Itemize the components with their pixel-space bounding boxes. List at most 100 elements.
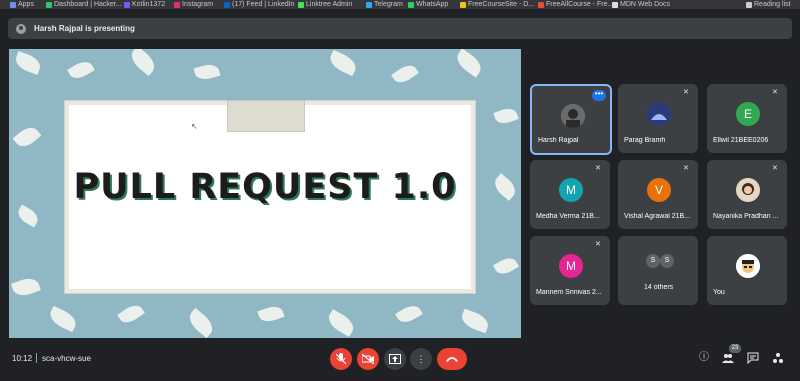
avatar: [561, 104, 585, 128]
chat-icon: [747, 352, 759, 365]
avatar: M: [559, 178, 583, 202]
slide-leaf-pattern: [391, 61, 419, 87]
bookmark-mdn[interactable]: MDN Web Docs: [612, 0, 670, 9]
mic-off-icon: ✕: [595, 241, 601, 248]
freecoursesite-icon: [460, 1, 466, 8]
bookmark-hackerrank[interactable]: Dashboard | Hacker...: [46, 0, 122, 9]
participant-tile[interactable]: ••• Harsh Rajpal: [530, 84, 612, 155]
mic-off-icon: ✕: [595, 165, 601, 172]
bookmark-kotlin[interactable]: Kotlin1372: [124, 0, 165, 9]
avatar: M: [559, 254, 583, 278]
mic-off-icon: ✕: [772, 165, 778, 172]
more-vert-icon: ⋮: [416, 354, 426, 364]
slide-leaf-pattern: [185, 307, 217, 338]
participant-name: Ellwil 21BEE0206: [713, 137, 769, 144]
slide-tape: [227, 100, 305, 132]
slide-leaf-pattern: [14, 204, 42, 228]
meeting-details-button[interactable]: ⓘ: [698, 352, 710, 364]
slide-leaf-pattern: [46, 305, 80, 333]
call-end-icon: [446, 357, 458, 362]
clock: 10:12: [12, 354, 33, 363]
others-count: 14 others: [644, 284, 674, 291]
avatar: E: [736, 102, 760, 126]
bookmark-linkedin[interactable]: (17) Feed | LinkedIn: [224, 0, 295, 9]
mic-off-icon: ✕: [772, 89, 778, 96]
participant-name: Harsh Rajpal: [538, 137, 579, 144]
slide-leaf-pattern: [324, 309, 358, 337]
slide-leaf-pattern: [326, 49, 360, 77]
meeting-code: sca-vhcw-sue: [42, 354, 91, 363]
divider: [36, 353, 37, 363]
leave-call-button[interactable]: [437, 348, 467, 370]
participant-tile[interactable]: E ✕ Ellwil 21BEE0206: [707, 84, 787, 153]
slide-leaf-pattern: [127, 49, 159, 77]
mdn-icon: [612, 1, 618, 8]
camera-off-icon: [361, 353, 375, 365]
participant-name: Mannem Srinivas 2...: [536, 289, 602, 296]
people-button[interactable]: [722, 352, 734, 364]
participant-tile-self[interactable]: You: [707, 236, 787, 305]
participant-name: Parag Bramh: [624, 137, 666, 144]
participant-tile[interactable]: V ✕ Vishal Agrawal 21B...: [618, 160, 698, 229]
camera-toggle-button[interactable]: [357, 348, 379, 370]
slide-leaf-pattern: [452, 49, 486, 78]
slide-leaf-pattern: [492, 254, 520, 278]
participant-name: You: [713, 289, 725, 296]
info-icon: ⓘ: [699, 352, 709, 363]
slide-leaf-pattern: [493, 105, 519, 127]
profile-photo-icon: [736, 254, 760, 278]
avatar: [647, 102, 671, 126]
slide-leaf-pattern: [13, 51, 43, 75]
linktree-icon: [298, 1, 304, 8]
bookmarks-bar: Apps Dashboard | Hacker... Kotlin1372 In…: [0, 0, 800, 9]
presenting-text: Harsh Rajpal is presenting: [34, 24, 135, 33]
chat-button[interactable]: [747, 352, 759, 365]
presenting-banner: Harsh Rajpal is presenting: [8, 18, 792, 39]
slide-leaf-pattern: [459, 308, 491, 334]
participant-tile[interactable]: ✕ Parag Bramh: [618, 84, 698, 153]
participant-name: Medha Verma 21B...: [536, 213, 600, 220]
kotlin-icon: [124, 1, 130, 8]
bookmark-reading-list[interactable]: Reading list: [746, 0, 791, 9]
others-tile[interactable]: S S 14 others: [618, 236, 698, 305]
control-bar: 10:12 sca-vhcw-sue ⋮ ⓘ 23: [0, 343, 800, 381]
mic-off-icon: ✕: [683, 89, 689, 96]
whatsapp-icon: [408, 1, 414, 8]
bookmark-instagram[interactable]: Instagram: [174, 0, 213, 9]
telegram-icon: [366, 1, 372, 8]
bookmark-freecoursesite[interactable]: FreeCourseSite - D...: [460, 0, 534, 9]
slide-leaf-pattern: [117, 301, 145, 327]
present-button[interactable]: [384, 348, 406, 370]
others-avatar: S: [660, 254, 674, 268]
activities-button[interactable]: [772, 352, 784, 364]
bookmark-apps[interactable]: Apps: [10, 0, 34, 9]
profile-photo-icon: [561, 104, 585, 128]
slide-title: PULL REQUEST 1.0: [73, 167, 457, 207]
bookmark-linktree[interactable]: Linktree Admin: [298, 0, 352, 9]
freeallcourse-icon: [538, 1, 544, 8]
avatar: V: [647, 178, 671, 202]
participant-tile[interactable]: M ✕ Medha Verma 21B...: [530, 160, 610, 229]
participant-name: Nayanika Pradhan ...: [713, 213, 779, 220]
mic-toggle-button[interactable]: [330, 348, 352, 370]
present-icon: [389, 354, 401, 364]
linkedin-icon: [224, 1, 230, 8]
avatar: [736, 254, 760, 278]
apps-icon: [10, 1, 16, 8]
bookmark-whatsapp[interactable]: WhatsApp: [408, 0, 448, 9]
more-options-icon[interactable]: •••: [592, 90, 606, 101]
bookmark-freeallcourse[interactable]: FreeAllCourse - Fre...: [538, 0, 613, 9]
presenter-avatar-icon: [16, 23, 26, 34]
more-options-button[interactable]: ⋮: [410, 348, 432, 370]
slide-leaf-pattern: [12, 123, 42, 151]
slide-leaf-pattern: [67, 57, 95, 83]
participant-tile[interactable]: ✕ Nayanika Pradhan ...: [707, 160, 787, 229]
hackerrank-icon: [46, 1, 52, 8]
shared-screen: ↖ PULL REQUEST 1.0: [9, 49, 521, 338]
participant-tile[interactable]: M ✕ Mannem Srinivas 2...: [530, 236, 610, 305]
avatar: [736, 178, 760, 202]
bookmark-telegram[interactable]: Telegram: [366, 0, 403, 9]
instagram-icon: [174, 1, 180, 8]
slide-leaf-pattern: [11, 275, 41, 299]
mic-off-icon: ✕: [683, 165, 689, 172]
